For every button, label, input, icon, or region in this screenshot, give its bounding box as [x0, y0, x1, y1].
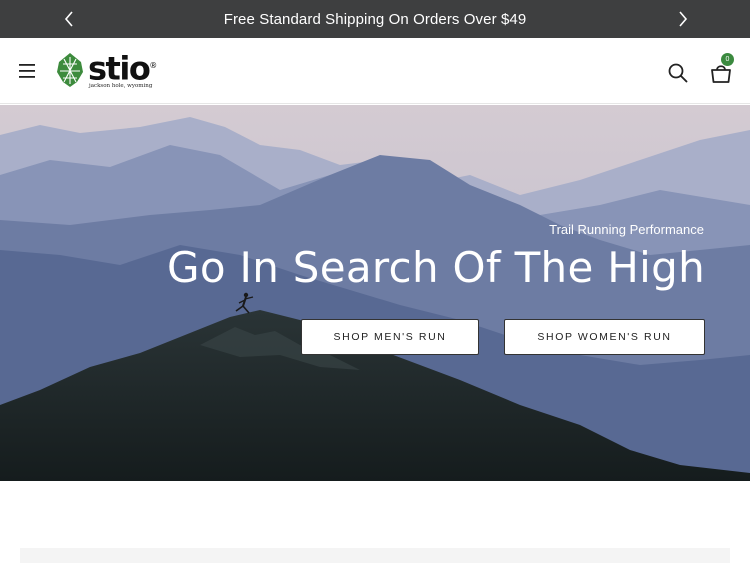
- hero-eyebrow: Trail Running Performance: [549, 222, 704, 237]
- logo-tagline: jackson hole, wyoming: [89, 83, 153, 89]
- stio-logo[interactable]: stio® jackson hole, wyoming: [55, 51, 157, 92]
- hamburger-icon: [19, 64, 35, 78]
- search-icon: [668, 63, 688, 83]
- content-section-top: [20, 548, 730, 563]
- chevron-left-icon: [64, 11, 73, 27]
- shop-womens-run-button[interactable]: SHOP WOMEN'S RUN: [504, 319, 705, 355]
- hero-banner: Trail Running Performance Go In Search O…: [0, 105, 750, 481]
- announcement-next-button[interactable]: [668, 0, 698, 38]
- cart-count-badge: 0: [721, 53, 734, 66]
- menu-button[interactable]: [18, 62, 38, 80]
- pinecone-icon: [57, 53, 83, 87]
- hero-mountain-image: [0, 105, 750, 481]
- chevron-right-icon: [679, 11, 688, 27]
- logo-wordmark: stio®: [88, 49, 158, 88]
- announcement-text[interactable]: Free Standard Shipping On Orders Over $4…: [224, 11, 527, 28]
- site-header: stio® jackson hole, wyoming: [0, 38, 750, 104]
- announcement-bar: Free Standard Shipping On Orders Over $4…: [0, 0, 750, 38]
- hero-headline: Go In Search Of The High: [167, 243, 705, 292]
- search-button[interactable]: [667, 62, 689, 84]
- announcement-prev-button[interactable]: [54, 0, 84, 38]
- shop-mens-run-button[interactable]: SHOP MEN'S RUN: [301, 319, 479, 355]
